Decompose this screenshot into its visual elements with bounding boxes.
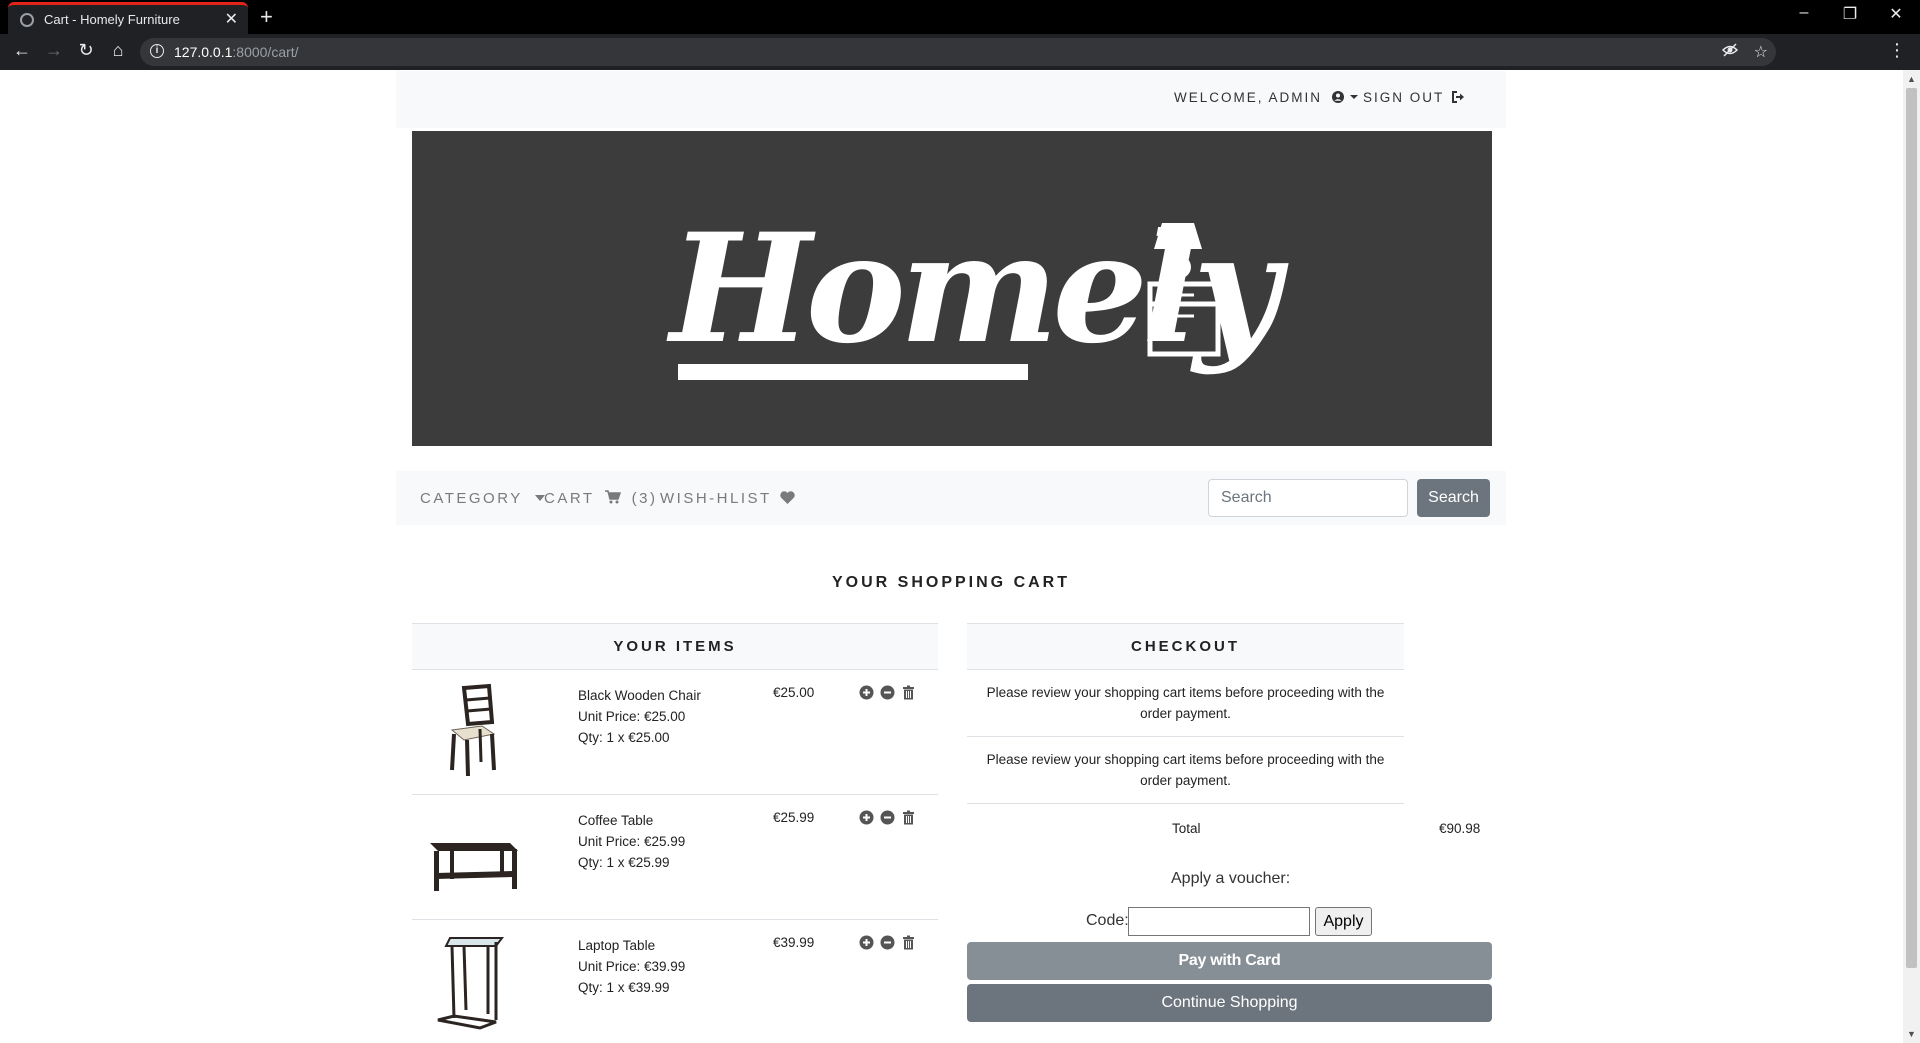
svg-text:Homely: Homely [666,201,1289,377]
browser-tab[interactable]: Cart - Homely Furniture ✕ [8,2,248,34]
restore-icon[interactable]: ❐ [1830,4,1870,24]
sign-out-label: SIGN OUT [1363,90,1445,105]
total-label: Total [1172,821,1201,836]
plus-circle-icon[interactable] [859,935,874,950]
brand-banner: Homely [412,131,1492,446]
url-host: 127.0.0.1 [174,44,233,60]
back-icon[interactable]: ← [10,40,34,61]
tab-title: Cart - Homely Furniture [44,12,180,27]
voucher-title: Apply a voucher: [1171,870,1291,887]
plus-circle-icon[interactable] [859,810,874,825]
main-navbar: CATEGORY CART (3) WISH-HLIST Search [396,471,1506,525]
menu-dots-icon[interactable]: ⋮ [1888,40,1906,61]
cart-item-row: Coffee Table Unit Price: €25.99 Qty: 1 x… [412,795,938,920]
star-icon[interactable]: ☆ [1754,42,1768,62]
welcome-admin-dropdown[interactable]: WELCOME, ADMIN [1174,90,1358,105]
voucher-code-label: Code: [1086,912,1129,929]
checkout-message: Please review your shopping cart items b… [967,737,1404,804]
item-name: Laptop Table [578,938,656,953]
cart-link[interactable]: CART (3) [544,490,657,507]
browser-tab-bar: Cart - Homely Furniture ✕ + – ❐ ✕ [0,0,1920,34]
coffee-table-image[interactable] [422,807,522,907]
trash-icon[interactable] [901,685,916,700]
cart-label: CART [544,490,595,507]
vertical-scrollbar[interactable]: ▲ ▼ [1903,70,1920,1043]
url-path: :8000/cart/ [232,44,299,60]
item-unit-price: Unit Price: €25.00 [578,709,686,724]
forward-icon[interactable]: → [42,40,66,61]
wishlist-label: WISH-HLIST [660,490,772,507]
cart-item-row: Black Wooden Chair Unit Price: €25.00 Qt… [412,670,938,795]
trash-icon[interactable] [901,810,916,825]
item-name: Coffee Table [578,813,654,828]
category-dropdown[interactable]: CATEGORY [420,490,546,507]
scroll-up-icon[interactable]: ▲ [1907,74,1916,84]
sign-out-icon [1451,91,1464,103]
checkout-panel: CHECKOUT Please review your shopping car… [967,623,1404,804]
globe-icon [20,13,34,27]
item-name: Black Wooden Chair [578,688,701,703]
scroll-down-icon[interactable]: ▼ [1907,1029,1916,1039]
item-price: €39.99 [773,935,815,950]
reload-icon[interactable]: ↻ [74,40,98,61]
browser-toolbar: ← → ↻ ⌂ i 127.0.0.1:8000/cart/ ☆ ⋮ [0,34,1920,70]
minus-circle-icon[interactable] [880,935,895,950]
trash-icon[interactable] [901,935,916,950]
items-panel-title: YOUR ITEMS [412,623,938,670]
wishlist-link[interactable]: WISH-HLIST [660,490,795,507]
laptop-table-image[interactable] [422,932,522,1032]
item-details: Coffee Table Unit Price: €25.99 Qty: 1 x… [578,810,685,873]
cart-items-panel: YOUR ITEMS Black Wooden Chair Unit Price… [412,623,938,1043]
eye-slash-icon[interactable] [1721,42,1739,63]
new-tab-icon[interactable]: + [260,4,273,30]
continue-shopping-button[interactable]: Continue Shopping [967,984,1492,1022]
welcome-label: WELCOME, ADMIN [1174,90,1323,105]
item-unit-price: Unit Price: €25.99 [578,834,686,849]
item-qty: Qty: 1 x €25.00 [578,730,670,745]
search-input[interactable] [1208,479,1408,517]
minus-circle-icon[interactable] [880,810,895,825]
cart-item-row: Laptop Table Unit Price: €39.99 Qty: 1 x… [412,920,938,1043]
minimize-icon[interactable]: – [1784,4,1824,22]
homely-logo: Homely [666,201,1295,380]
close-window-icon[interactable]: ✕ [1876,4,1916,24]
url-text: 127.0.0.1:8000/cart/ [174,44,299,60]
item-price: €25.99 [773,810,815,825]
address-bar[interactable]: i 127.0.0.1:8000/cart/ ☆ [140,38,1776,66]
voucher-code-input[interactable] [1128,907,1310,936]
item-actions [859,935,919,953]
close-tab-icon[interactable]: ✕ [225,9,238,29]
plus-circle-icon[interactable] [859,685,874,700]
top-navbar: WELCOME, ADMIN SIGN OUT [396,71,1506,128]
info-icon[interactable]: i [150,44,164,58]
item-details: Laptop Table Unit Price: €39.99 Qty: 1 x… [578,935,685,998]
item-details: Black Wooden Chair Unit Price: €25.00 Qt… [578,685,701,748]
checkout-message: Please review your shopping cart items b… [967,670,1404,737]
pay-with-card-button[interactable]: Pay with Card [967,942,1492,980]
total-value: €90.98 [1439,821,1481,836]
heart-icon [780,491,795,504]
sign-out-link[interactable]: SIGN OUT [1363,90,1465,105]
chair-image[interactable] [422,682,522,782]
apply-voucher-button[interactable]: Apply [1315,907,1372,936]
item-qty: Qty: 1 x €25.99 [578,855,670,870]
checkout-title: CHECKOUT [967,623,1404,670]
category-label: CATEGORY [420,490,523,507]
page-title: YOUR SHOPPING CART [831,574,1070,591]
item-actions [859,685,919,703]
item-qty: Qty: 1 x €39.99 [578,980,670,995]
item-actions [859,810,919,828]
caret-down-icon [1349,95,1358,99]
cart-count: (3) [631,490,658,507]
search-button[interactable]: Search [1417,479,1490,517]
minus-circle-icon[interactable] [880,685,895,700]
item-price: €25.00 [773,685,815,700]
page-viewport: WELCOME, ADMIN SIGN OUT Homely CATEGORY … [0,70,1920,1043]
home-icon[interactable]: ⌂ [106,40,130,61]
shopping-cart-icon [604,490,622,504]
item-unit-price: Unit Price: €39.99 [578,959,686,974]
user-circle-icon [1331,91,1344,103]
scrollbar-thumb[interactable] [1906,88,1917,968]
